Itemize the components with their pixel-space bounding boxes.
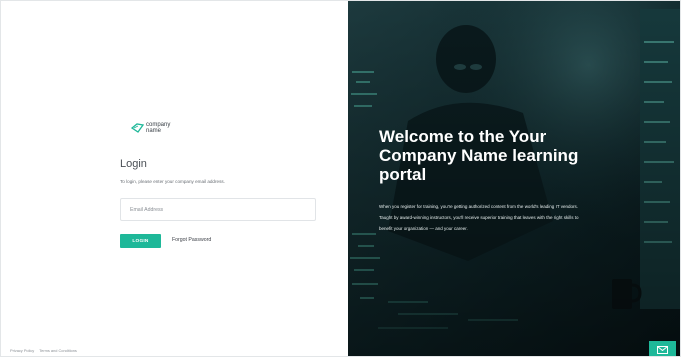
- privacy-policy-link[interactable]: Privacy Policy: [10, 348, 34, 353]
- login-button[interactable]: LOGIN: [120, 234, 161, 248]
- leaf-logo-icon: [131, 123, 144, 133]
- footer-links: Privacy Policy Terms and Conditions: [10, 348, 81, 353]
- page-frame: company name Login To login, please ente…: [0, 0, 681, 357]
- company-logo: company name: [131, 122, 170, 134]
- envelope-icon: [657, 345, 668, 354]
- forgot-password-link[interactable]: Forgot Password: [172, 237, 211, 243]
- login-panel: company name Login To login, please ente…: [1, 1, 348, 356]
- hero-panel: Welcome to the Your Company Name learnin…: [348, 1, 680, 356]
- login-instructions: To login, please enter your company emai…: [120, 179, 225, 184]
- email-address-input[interactable]: [120, 198, 316, 221]
- login-title: Login: [120, 158, 147, 170]
- logo-text-line2: name: [146, 128, 162, 134]
- terms-conditions-link[interactable]: Terms and Conditions: [39, 348, 77, 353]
- hero-title: Welcome to the Your Company Name learnin…: [379, 127, 579, 184]
- hero-description: When you register for training, you're g…: [379, 204, 579, 231]
- logo-text: company name: [146, 122, 170, 134]
- chat-button[interactable]: [649, 341, 676, 356]
